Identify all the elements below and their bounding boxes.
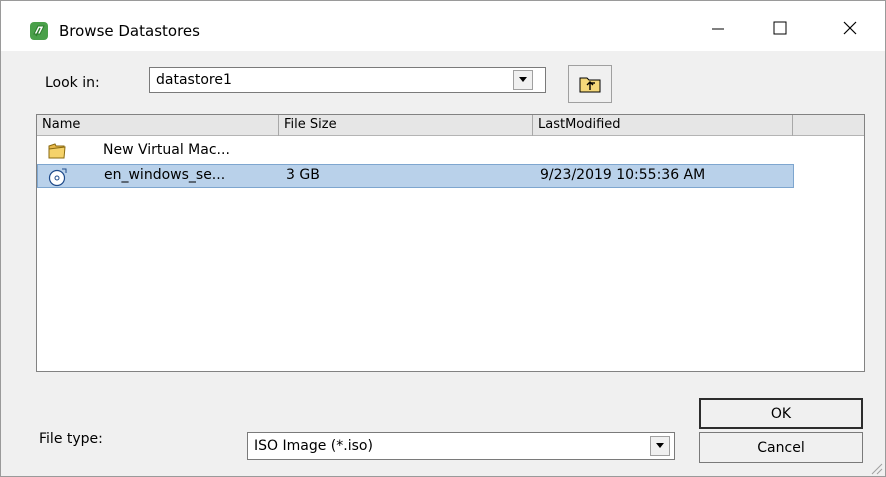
maximize-icon	[773, 21, 787, 35]
chevron-down-icon	[656, 443, 664, 448]
file-name: en_windows_se...	[104, 167, 226, 183]
file-name: New Virtual Mac...	[103, 142, 230, 158]
look-in-dropdown-button[interactable]	[513, 70, 533, 90]
column-header-filler	[793, 115, 864, 136]
folder-up-icon	[579, 77, 601, 93]
file-modified: 9/23/2019 10:55:36 AM	[540, 167, 706, 183]
cancel-button[interactable]: Cancel	[699, 432, 863, 463]
disc-image-icon	[48, 168, 67, 187]
file-type-value: ISO Image (*.iso)	[254, 438, 373, 454]
list-item-iso[interactable]: en_windows_se... 3 GB 9/23/2019 10:55:36…	[37, 164, 794, 188]
column-header-last-modified[interactable]: LastModified	[533, 115, 793, 136]
file-size: 3 GB	[286, 167, 320, 183]
minimize-button[interactable]	[695, 11, 741, 45]
file-type-select[interactable]: ISO Image (*.iso)	[247, 432, 675, 460]
maximize-button[interactable]	[757, 11, 803, 45]
folder-icon	[48, 143, 66, 159]
window-title: Browse Datastores	[59, 22, 200, 40]
minimize-icon	[712, 28, 724, 30]
look-in-label: Look in:	[45, 75, 100, 91]
file-type-label: File type:	[39, 431, 103, 447]
resize-grip-icon[interactable]	[869, 461, 883, 475]
look-in-select[interactable]: datastore1	[149, 67, 546, 93]
title-bar: Browse Datastores	[1, 1, 885, 51]
file-list[interactable]: Name File Size LastModified New Virtual …	[36, 114, 865, 372]
vsphere-datastore-icon	[30, 22, 48, 40]
column-header-name[interactable]: Name	[37, 115, 279, 136]
column-header-file-size[interactable]: File Size	[279, 115, 533, 136]
up-one-level-button[interactable]	[568, 65, 612, 103]
file-list-header: Name File Size LastModified	[37, 115, 864, 136]
list-item-folder[interactable]: New Virtual Mac...	[37, 139, 794, 163]
close-button[interactable]	[827, 11, 873, 45]
close-icon	[843, 21, 857, 35]
ok-button[interactable]: OK	[699, 398, 863, 429]
file-type-dropdown-button[interactable]	[650, 436, 670, 456]
chevron-down-icon	[519, 77, 527, 82]
look-in-value: datastore1	[156, 72, 232, 88]
browse-datastores-dialog: Browse Datastores Look in: datastore1 Na…	[0, 0, 886, 477]
